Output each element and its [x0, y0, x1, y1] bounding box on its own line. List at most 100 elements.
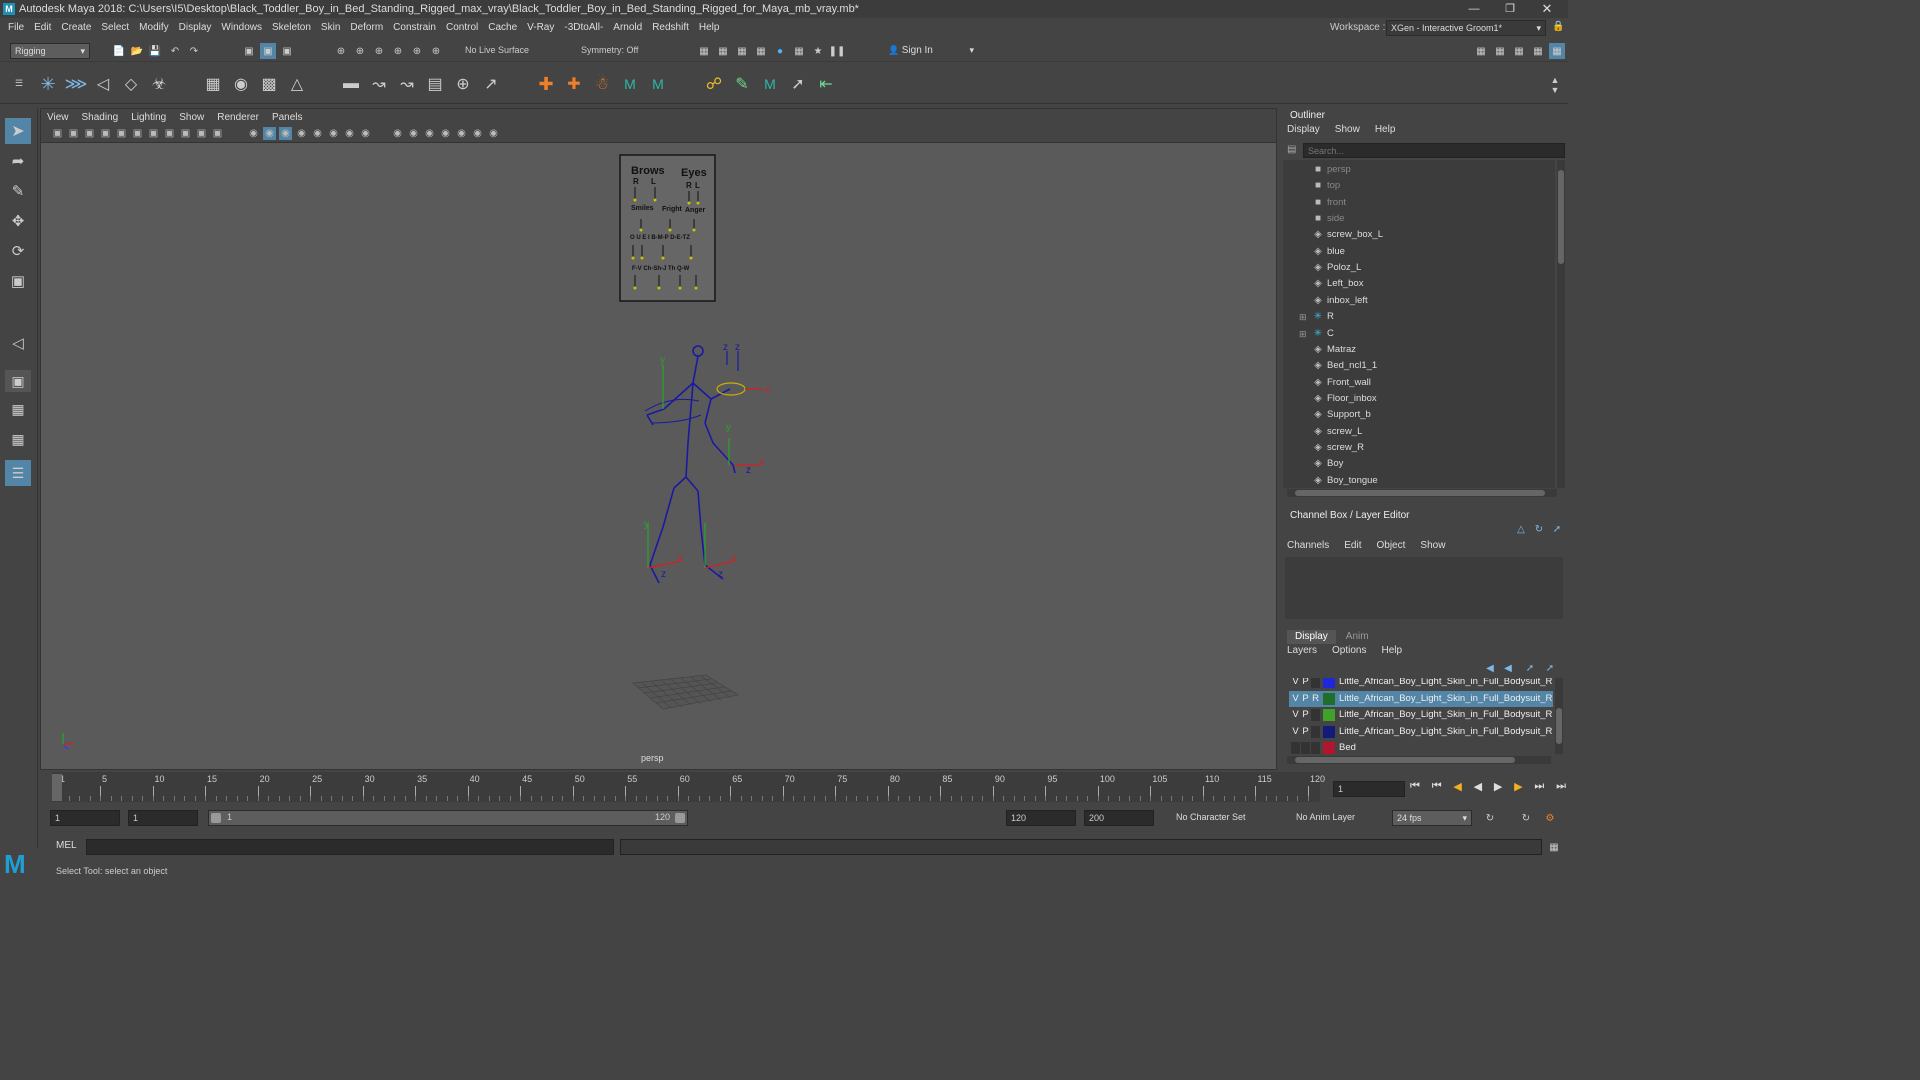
menu-display[interactable]: Display	[179, 22, 219, 33]
bookmark-icon[interactable]: ▣	[83, 127, 96, 140]
menu-help[interactable]: Help	[699, 22, 727, 33]
layer-reference-toggle[interactable]: R	[1311, 691, 1320, 707]
layer-visibility-toggle[interactable]: V	[1291, 707, 1300, 723]
orient-constraint-icon[interactable]: M	[648, 72, 668, 96]
outliner-item[interactable]: ■ top	[1283, 178, 1555, 194]
layer-color-swatch[interactable]	[1323, 709, 1335, 721]
last-tool-icon[interactable]: ◁	[5, 330, 31, 356]
timeline-ruler[interactable]: 1 5 10 15 20 25 30 35 40 45 50 55 60 65 70 75 80 85 90 95 10…	[52, 772, 1325, 802]
redo-icon[interactable]: ↷	[187, 43, 201, 59]
outliner-item[interactable]: ◈ Matraz	[1283, 342, 1555, 358]
shelf-tabs-icon[interactable]: ☰	[12, 68, 26, 98]
ik-handle-icon[interactable]: ⋙	[65, 72, 88, 96]
bind-skin-icon[interactable]: ▦	[203, 72, 223, 96]
joint-locators[interactable]	[647, 351, 763, 569]
end-time-field[interactable]: 200	[1084, 810, 1154, 826]
layer-playback-toggle[interactable]: P	[1301, 707, 1310, 723]
time-slider[interactable]: 1 5 10 15 20 25 30 35 40 45 50 55 60 65 70 75 80 85 90 95 10…	[40, 772, 1325, 802]
shelf-scroll-icon[interactable]: ▲ ▼	[1548, 70, 1562, 100]
layer-color-swatch[interactable]	[1323, 725, 1335, 738]
restore-icon[interactable]: ❐	[1500, 0, 1520, 18]
channel-sync-icon[interactable]: ↻	[1533, 522, 1545, 536]
geometry-constraint-icon[interactable]: ➚	[788, 72, 808, 96]
point-constraint-icon[interactable]: ✚	[564, 72, 584, 96]
xray-icon[interactable]: ◉	[439, 127, 452, 140]
outliner-item[interactable]: ⊞ ✳ C	[1283, 326, 1555, 342]
select-hierarchy-icon[interactable]: ▣	[242, 43, 256, 59]
workspace-dropdown[interactable]: XGen - Interactive Groom1* ▾	[1386, 20, 1546, 36]
facial-sliders[interactable]	[623, 163, 713, 309]
menu-skeleton[interactable]: Skeleton	[272, 22, 318, 33]
resolution-gate-icon[interactable]: ▣	[147, 127, 160, 140]
backface-icon[interactable]: ◉	[487, 127, 500, 140]
depth-of-field-icon[interactable]: ◉	[407, 127, 420, 140]
joint-tool-icon[interactable]: ✳	[38, 72, 58, 96]
modeling-toolkit-icon[interactable]: ▦	[1474, 43, 1488, 59]
viewport-menu-show[interactable]: Show	[179, 112, 211, 123]
channel-menu-object[interactable]: Object	[1377, 540, 1413, 554]
range-start-handle[interactable]	[211, 813, 221, 823]
layer-color-swatch[interactable]	[1323, 742, 1335, 754]
menu-3dtoall[interactable]: -3DtoAll-	[564, 22, 610, 33]
select-object-icon[interactable]: ▣	[260, 43, 276, 59]
layer-reference-toggle[interactable]	[1311, 709, 1320, 721]
layer-visibility-toggle[interactable]: V	[1291, 724, 1300, 740]
snap-together-icon[interactable]: ⊕	[429, 43, 443, 59]
outliner-item[interactable]: ■ side	[1283, 211, 1555, 227]
menu-create[interactable]: Create	[61, 22, 98, 33]
nonlinear-icon[interactable]: ▤	[425, 72, 445, 96]
field-chart-icon[interactable]: ▣	[179, 127, 192, 140]
isolate-select-icon[interactable]: ◉	[423, 127, 436, 140]
layer-visibility-toggle[interactable]: V	[1291, 678, 1300, 690]
layer-row[interactable]: V P Little_African_Boy_Light_Skin_in_Full_…	[1289, 707, 1553, 723]
lasso-tool-icon[interactable]: ➦	[5, 148, 31, 174]
outliner-item[interactable]: ⊞ ✳ R	[1283, 309, 1555, 325]
channel-menu-edit[interactable]: Edit	[1344, 540, 1368, 554]
anim-start-field[interactable]: 1	[128, 810, 198, 826]
range-slider[interactable]: 1 120	[208, 810, 688, 826]
menu-skin[interactable]: Skin	[321, 22, 347, 33]
outliner-vscrollbar[interactable]	[1557, 160, 1565, 488]
menu-constrain[interactable]: Constrain	[393, 22, 443, 33]
viewport-menu-view[interactable]: View	[47, 112, 76, 123]
xray-joints-icon[interactable]: ◉	[455, 127, 468, 140]
paint-weights-icon[interactable]: ◉	[231, 72, 251, 96]
outliner-list[interactable]: ■ persp ■ top ■ front ■ side ◈ screw_box_L ◈ blue ◈ P…	[1283, 160, 1555, 488]
paint-select-icon[interactable]: ✎	[5, 178, 31, 204]
start-time-field[interactable]: 1	[50, 810, 120, 826]
cluster-icon[interactable]: ▬	[341, 72, 361, 96]
layer-color-swatch[interactable]	[1323, 692, 1335, 705]
go-to-end-icon[interactable]: ⏭	[1556, 780, 1566, 798]
script-editor-icon[interactable]: ▦	[1546, 839, 1562, 855]
mirror-joint-icon[interactable]: ☣	[149, 72, 169, 96]
snap-curve-icon[interactable]: ⊕	[353, 43, 367, 59]
channel-menu-show[interactable]: Show	[1420, 540, 1452, 554]
blend-shape-icon[interactable]: ↝	[369, 72, 389, 96]
snap-surface-icon[interactable]: ⊕	[410, 43, 424, 59]
outliner-item[interactable]: ◈ screw_L	[1283, 424, 1555, 440]
scale-tool-icon[interactable]: ▣	[5, 268, 31, 294]
bend-icon[interactable]: ↝	[397, 72, 417, 96]
outliner-layout-icon[interactable]: ☰	[5, 460, 31, 486]
layout-icon[interactable]: ▦	[5, 428, 31, 450]
layer-row[interactable]: Bed	[1289, 740, 1553, 756]
menu-v-ray[interactable]: V-Ray	[527, 22, 561, 33]
outliner-item[interactable]: ◈ Bed_ncl1_1	[1283, 358, 1555, 374]
tab-anim[interactable]: Anim	[1338, 630, 1377, 644]
sign-in-button[interactable]: 👤 Sign In ▾	[884, 43, 978, 59]
pause-icon[interactable]: ❚❚	[829, 43, 846, 59]
four-view-icon[interactable]: ▦	[5, 398, 31, 420]
outliner-filter-icon[interactable]: ▤	[1287, 144, 1299, 156]
layer-color-swatch[interactable]	[1323, 678, 1335, 688]
insert-joint-icon[interactable]: ◇	[121, 72, 141, 96]
attribute-editor-icon[interactable]: ▦	[1512, 43, 1526, 59]
live-surface-field[interactable]: No Live Surface	[461, 43, 541, 59]
play-forward-icon[interactable]: ▶	[1494, 780, 1502, 798]
parent-constraint-icon[interactable]: M	[620, 72, 640, 96]
anim-layer-dropdown[interactable]: No Anim Layer	[1292, 810, 1378, 826]
layer-row[interactable]: V P Little_African_Boy_Light_Skin_in_Full_…	[1289, 724, 1553, 740]
outliner-item[interactable]: ◈ Floor_inbox	[1283, 391, 1555, 407]
gate-mask-icon[interactable]: ▣	[163, 127, 176, 140]
undo-icon[interactable]: ↶	[168, 43, 182, 59]
outliner-item[interactable]: ◈ Support_b	[1283, 407, 1555, 423]
